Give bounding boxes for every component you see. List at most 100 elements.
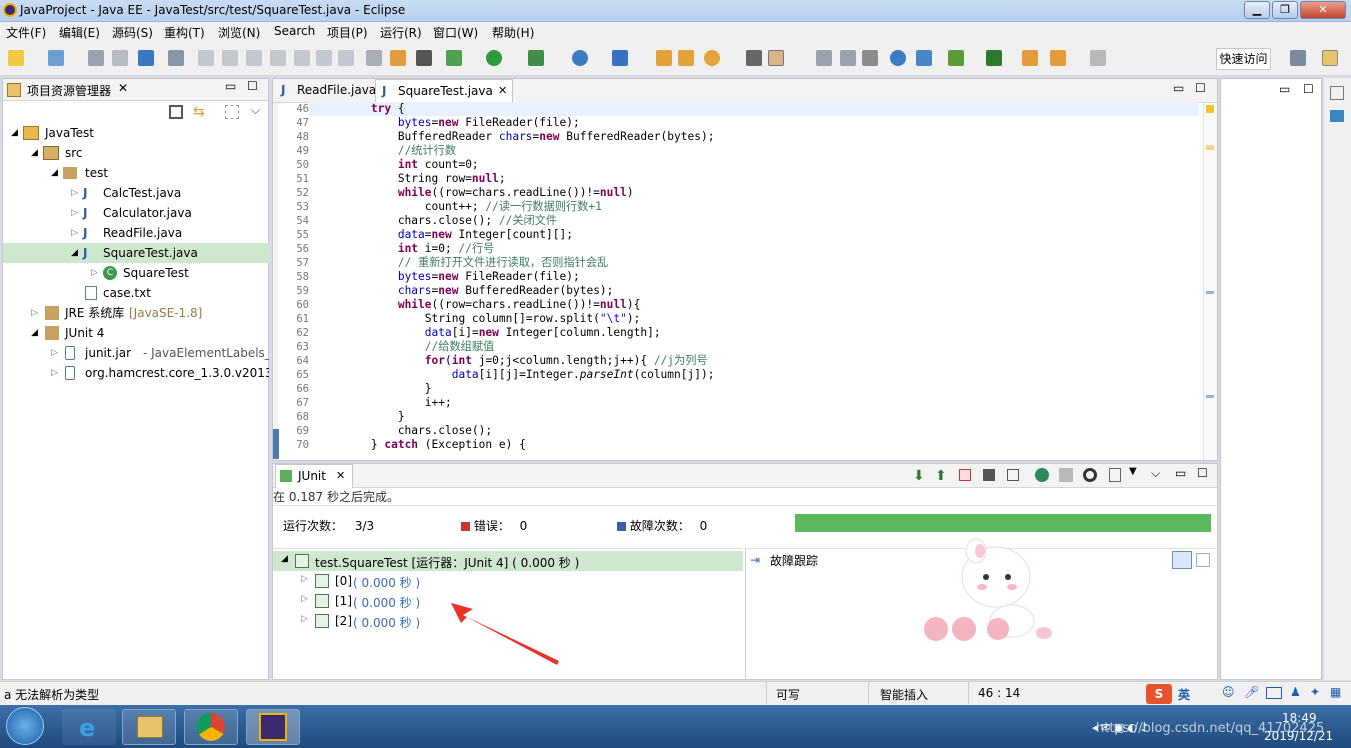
tree-item-junit-jar[interactable]: ▷ junit.jar - JavaElementLabels_con bbox=[3, 343, 269, 363]
toggle-mark-occurrences-icon[interactable] bbox=[768, 50, 784, 66]
menu-window[interactable]: 窗口(W) bbox=[433, 24, 478, 41]
tree-item-squaretest[interactable]: ◢ J SquareTest.java bbox=[3, 243, 269, 263]
link-with-editor-icon[interactable]: ⇆ bbox=[193, 105, 207, 119]
test-case-row[interactable]: ▷ [0] ( 0.000 秒 ) bbox=[273, 571, 743, 591]
terminate-icon[interactable] bbox=[246, 50, 262, 66]
rerun-icon[interactable] bbox=[1035, 468, 1049, 482]
ie-taskbar-button[interactable]: e bbox=[62, 709, 116, 745]
tree-item-jre[interactable]: ▷ JRE 系统库 [JavaSE-1.8] bbox=[3, 303, 269, 323]
tree-item-squaretest-class[interactable]: ▷ C SquareTest bbox=[3, 263, 269, 283]
maximize-view-icon[interactable]: ☐ bbox=[247, 79, 258, 93]
word-wrap-icon[interactable] bbox=[816, 50, 832, 66]
collapse-all-icon[interactable] bbox=[169, 105, 183, 119]
open-perspective-button-icon[interactable] bbox=[1290, 50, 1306, 66]
occurrence-marker[interactable] bbox=[1206, 145, 1214, 150]
maximize-view-icon[interactable]: ☐ bbox=[1197, 466, 1208, 480]
previous-failure-icon[interactable]: ⬆ bbox=[935, 468, 947, 484]
save-icon[interactable] bbox=[88, 50, 104, 66]
tree-item-javatest[interactable]: ◢ JavaTest bbox=[3, 123, 269, 143]
new-java-project-icon[interactable] bbox=[948, 50, 964, 66]
tree-item-junit4[interactable]: ◢ JUnit 4 bbox=[3, 323, 269, 343]
menu-search[interactable]: Search bbox=[274, 24, 315, 38]
view-menu-chevron-down-icon[interactable]: ⌵ bbox=[1151, 466, 1160, 481]
menu-help[interactable]: 帮助(H) bbox=[492, 24, 534, 41]
occurrence-marker[interactable] bbox=[1206, 395, 1214, 398]
tree-item-calculator[interactable]: ▷ J Calculator.java bbox=[3, 203, 269, 223]
menu-project[interactable]: 项目(P) bbox=[327, 24, 368, 41]
show-failures-only-icon[interactable] bbox=[959, 469, 971, 481]
open-task-icon[interactable] bbox=[678, 50, 694, 66]
web-browser-icon[interactable] bbox=[572, 50, 588, 66]
test-history-icon[interactable] bbox=[1109, 468, 1121, 482]
warning-marker[interactable] bbox=[1206, 105, 1214, 113]
back-icon[interactable] bbox=[1050, 50, 1066, 66]
microphone-icon[interactable]: 🎤︎ bbox=[1244, 685, 1259, 699]
tree-item-src[interactable]: ◢ src bbox=[3, 143, 269, 163]
globe-icon[interactable] bbox=[890, 50, 906, 66]
forward-icon[interactable] bbox=[1090, 50, 1106, 66]
minimize-view-icon[interactable]: ▭ bbox=[1279, 82, 1290, 96]
search-icon[interactable] bbox=[704, 50, 720, 66]
run-icon[interactable] bbox=[486, 50, 502, 66]
close-button[interactable]: ✕ bbox=[1300, 1, 1346, 19]
tree-item-test[interactable]: ◢ test bbox=[3, 163, 269, 183]
test-tree-root[interactable]: ◢ test.SquareTest [运行器：JUnit 4] ( 0.000 … bbox=[273, 551, 743, 571]
stop-icon[interactable] bbox=[1083, 468, 1097, 482]
step-return-icon[interactable] bbox=[338, 50, 354, 66]
last-edit-location-icon[interactable] bbox=[1022, 50, 1038, 66]
ime-mode-label[interactable]: 英 bbox=[1178, 686, 1190, 703]
menu-run[interactable]: 运行(R) bbox=[380, 24, 422, 41]
toolbox-icon[interactable]: ▦ bbox=[1330, 685, 1341, 699]
clock-date[interactable]: 2019/12/21 bbox=[1264, 729, 1333, 743]
new-package-icon[interactable] bbox=[48, 50, 64, 66]
start-button[interactable] bbox=[6, 707, 44, 745]
maximize-view-icon[interactable]: ☐ bbox=[1303, 82, 1314, 96]
close-tab-icon[interactable]: ✕ bbox=[498, 80, 507, 102]
close-tab-icon[interactable]: ✕ bbox=[336, 465, 345, 487]
next-annotation-icon[interactable] bbox=[746, 50, 762, 66]
tree-item-hamcrest[interactable]: ▷ org.hamcrest.core_1.3.0.v20130 bbox=[3, 363, 269, 383]
step-over-icon[interactable] bbox=[316, 50, 332, 66]
show-whitespace-icon[interactable] bbox=[862, 50, 878, 66]
minimize-view-icon[interactable]: ▭ bbox=[225, 79, 236, 93]
next-failure-icon[interactable]: ⬇ bbox=[913, 468, 925, 484]
minimize-view-icon[interactable]: ▭ bbox=[1175, 466, 1186, 480]
menu-file[interactable]: 文件(F) bbox=[6, 24, 46, 41]
new-server-icon[interactable] bbox=[612, 50, 628, 66]
restore-icon[interactable] bbox=[1330, 86, 1344, 100]
debug-icon[interactable] bbox=[446, 50, 462, 66]
history-icon[interactable] bbox=[1007, 469, 1019, 481]
open-type-icon[interactable] bbox=[656, 50, 672, 66]
rerun-failed-icon[interactable] bbox=[1059, 468, 1073, 482]
block-selection-icon[interactable] bbox=[840, 50, 856, 66]
close-icon[interactable]: ✕ bbox=[118, 81, 128, 95]
clock-time[interactable]: 18:49 bbox=[1282, 711, 1317, 725]
keyboard-icon[interactable] bbox=[1266, 687, 1282, 699]
resume-icon[interactable] bbox=[198, 50, 214, 66]
filter-stack-icon[interactable] bbox=[1172, 551, 1192, 569]
save-all-icon[interactable] bbox=[112, 50, 128, 66]
new-icon[interactable] bbox=[8, 50, 24, 66]
chrome-taskbar-button[interactable] bbox=[184, 709, 238, 745]
view-menu-chevron-down-icon[interactable]: ⌵ bbox=[251, 103, 260, 118]
tree-item-readfile[interactable]: ▷ J ReadFile.java bbox=[3, 223, 269, 243]
skin-icon[interactable]: ✦ bbox=[1310, 685, 1320, 699]
menu-edit[interactable]: 编辑(E) bbox=[59, 24, 100, 41]
minimize-button[interactable]: ▁ bbox=[1244, 1, 1270, 19]
code-area[interactable]: 46 47 48 49 50 51 52 53 54 55 56 57 58 5… bbox=[279, 102, 1199, 454]
sogou-ime-icon[interactable]: S bbox=[1146, 684, 1172, 704]
user-icon[interactable]: ♟ bbox=[1290, 685, 1301, 699]
maximize-view-icon[interactable]: ☐ bbox=[1195, 81, 1206, 95]
smiley-icon[interactable]: ☺ bbox=[1222, 685, 1235, 699]
java-ee-perspective-icon[interactable] bbox=[1322, 50, 1338, 66]
menu-source[interactable]: 源码(S) bbox=[112, 24, 153, 41]
skip-breakpoints-icon[interactable] bbox=[168, 50, 184, 66]
suspend-icon[interactable] bbox=[222, 50, 238, 66]
tree-item-case-txt[interactable]: case.txt bbox=[3, 283, 269, 303]
eclipse-taskbar-button[interactable] bbox=[246, 709, 300, 745]
focus-icon[interactable] bbox=[225, 105, 239, 119]
next-edit-icon[interactable] bbox=[986, 50, 1002, 66]
menu-navigate[interactable]: 浏览(N) bbox=[218, 24, 260, 41]
disconnect-icon[interactable] bbox=[270, 50, 286, 66]
minimize-view-icon[interactable]: ▭ bbox=[1173, 81, 1184, 95]
